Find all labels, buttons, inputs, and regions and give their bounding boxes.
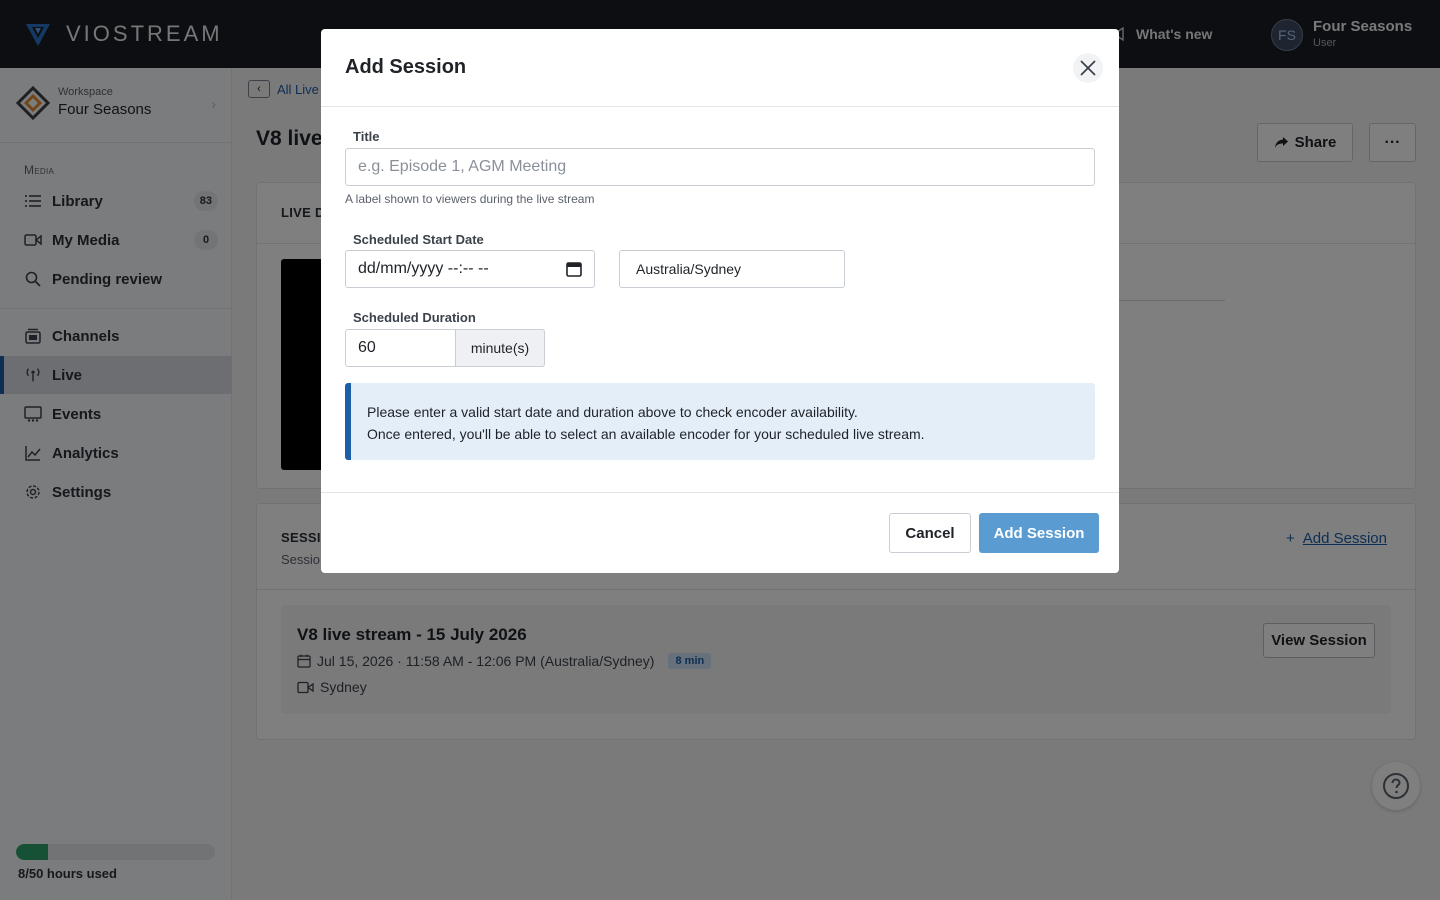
add-session-button[interactable]: Add Session bbox=[979, 513, 1099, 553]
timezone-select[interactable]: Australia/Sydney bbox=[619, 250, 845, 288]
calendar-icon[interactable] bbox=[566, 261, 582, 277]
duration-input[interactable]: 60 bbox=[345, 329, 456, 367]
encoder-info-alert: Please enter a valid start date and dura… bbox=[345, 383, 1095, 460]
dialog-header: Add Session bbox=[321, 29, 1119, 107]
dialog-title: Add Session bbox=[345, 56, 467, 78]
duration-label: Scheduled Duration bbox=[353, 310, 476, 325]
title-input[interactable] bbox=[345, 148, 1095, 186]
start-date-input[interactable]: dd/mm/yyyy --:-- -- bbox=[345, 250, 595, 288]
title-field-label: Title bbox=[353, 129, 380, 144]
close-icon bbox=[1080, 60, 1096, 76]
duration-unit: minute(s) bbox=[455, 329, 545, 367]
title-help-text: A label shown to viewers during the live… bbox=[345, 192, 595, 206]
close-button[interactable] bbox=[1073, 53, 1103, 83]
add-session-dialog: Add Session Title A label shown to viewe… bbox=[321, 29, 1119, 573]
info-line-2: Once entered, you'll be able to select a… bbox=[367, 426, 925, 442]
cancel-button[interactable]: Cancel bbox=[889, 513, 971, 553]
info-line-1: Please enter a valid start date and dura… bbox=[367, 404, 858, 420]
start-date-placeholder: dd/mm/yyyy --:-- -- bbox=[358, 260, 489, 277]
start-date-label: Scheduled Start Date bbox=[353, 232, 484, 247]
